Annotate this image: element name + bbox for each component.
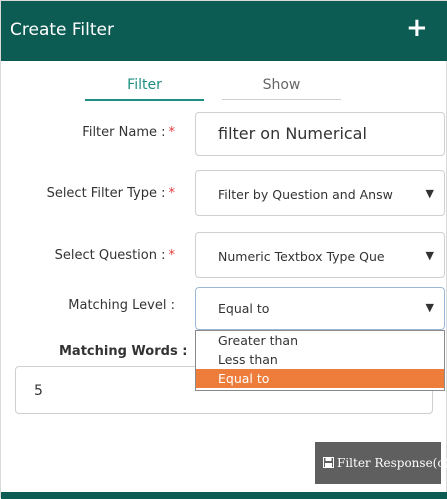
dropdown-option[interactable]: Greater than [196,331,444,350]
required-mark: * [168,125,176,140]
matching-level-dropdown: Greater than Less than Equal to [195,330,445,391]
save-icon [323,457,334,471]
filter-type-label-text: Select Filter Type : [46,186,166,201]
tab-filter[interactable]: Filter [85,77,204,93]
question-label: Select Question : * [55,248,175,263]
matching-words-label: Matching Words : [59,344,188,359]
filter-response-label: Filter Response(c) [337,456,447,470]
create-filter-panel: Create Filter + Filter Show Filter Name … [0,0,447,499]
filter-response-button[interactable]: Filter Response(c) [315,442,447,484]
filter-name-label: Filter Name : * [82,125,175,140]
filter-type-value: Filter by Question and Answ [218,187,393,202]
dropdown-option[interactable]: Less than [196,350,444,369]
required-mark: * [168,248,176,263]
matching-level-value: Equal to [218,301,270,316]
question-value: Numeric Textbox Type Que [218,249,385,264]
matching-level-select[interactable]: Equal to ▼ [195,287,445,330]
required-mark: * [168,186,176,201]
tab-show[interactable]: Show [222,77,341,93]
matching-level-label: Matching Level : [68,298,175,313]
matching-words-value: 5 [34,383,43,399]
plus-icon[interactable]: + [406,15,428,41]
chevron-down-icon: ▼ [425,187,434,200]
tab-filter-underline [85,99,204,101]
chevron-down-icon: ▼ [425,249,434,262]
filter-name-label-text: Filter Name : [82,125,166,140]
dropdown-option-selected[interactable]: Equal to [196,369,444,388]
question-select[interactable]: Numeric Textbox Type Que ▼ [195,232,445,278]
filter-type-label: Select Filter Type : * [47,186,175,201]
filter-name-input[interactable]: filter on Numerical [195,112,445,156]
filter-name-value: filter on Numerical [218,124,367,143]
question-label-text: Select Question : [54,248,166,263]
tab-show-underline [222,99,341,100]
panel-title: Create Filter [10,20,114,40]
chevron-down-icon: ▼ [425,301,434,314]
filter-type-select[interactable]: Filter by Question and Answ ▼ [195,170,445,216]
panel-header: Create Filter + [1,1,447,61]
